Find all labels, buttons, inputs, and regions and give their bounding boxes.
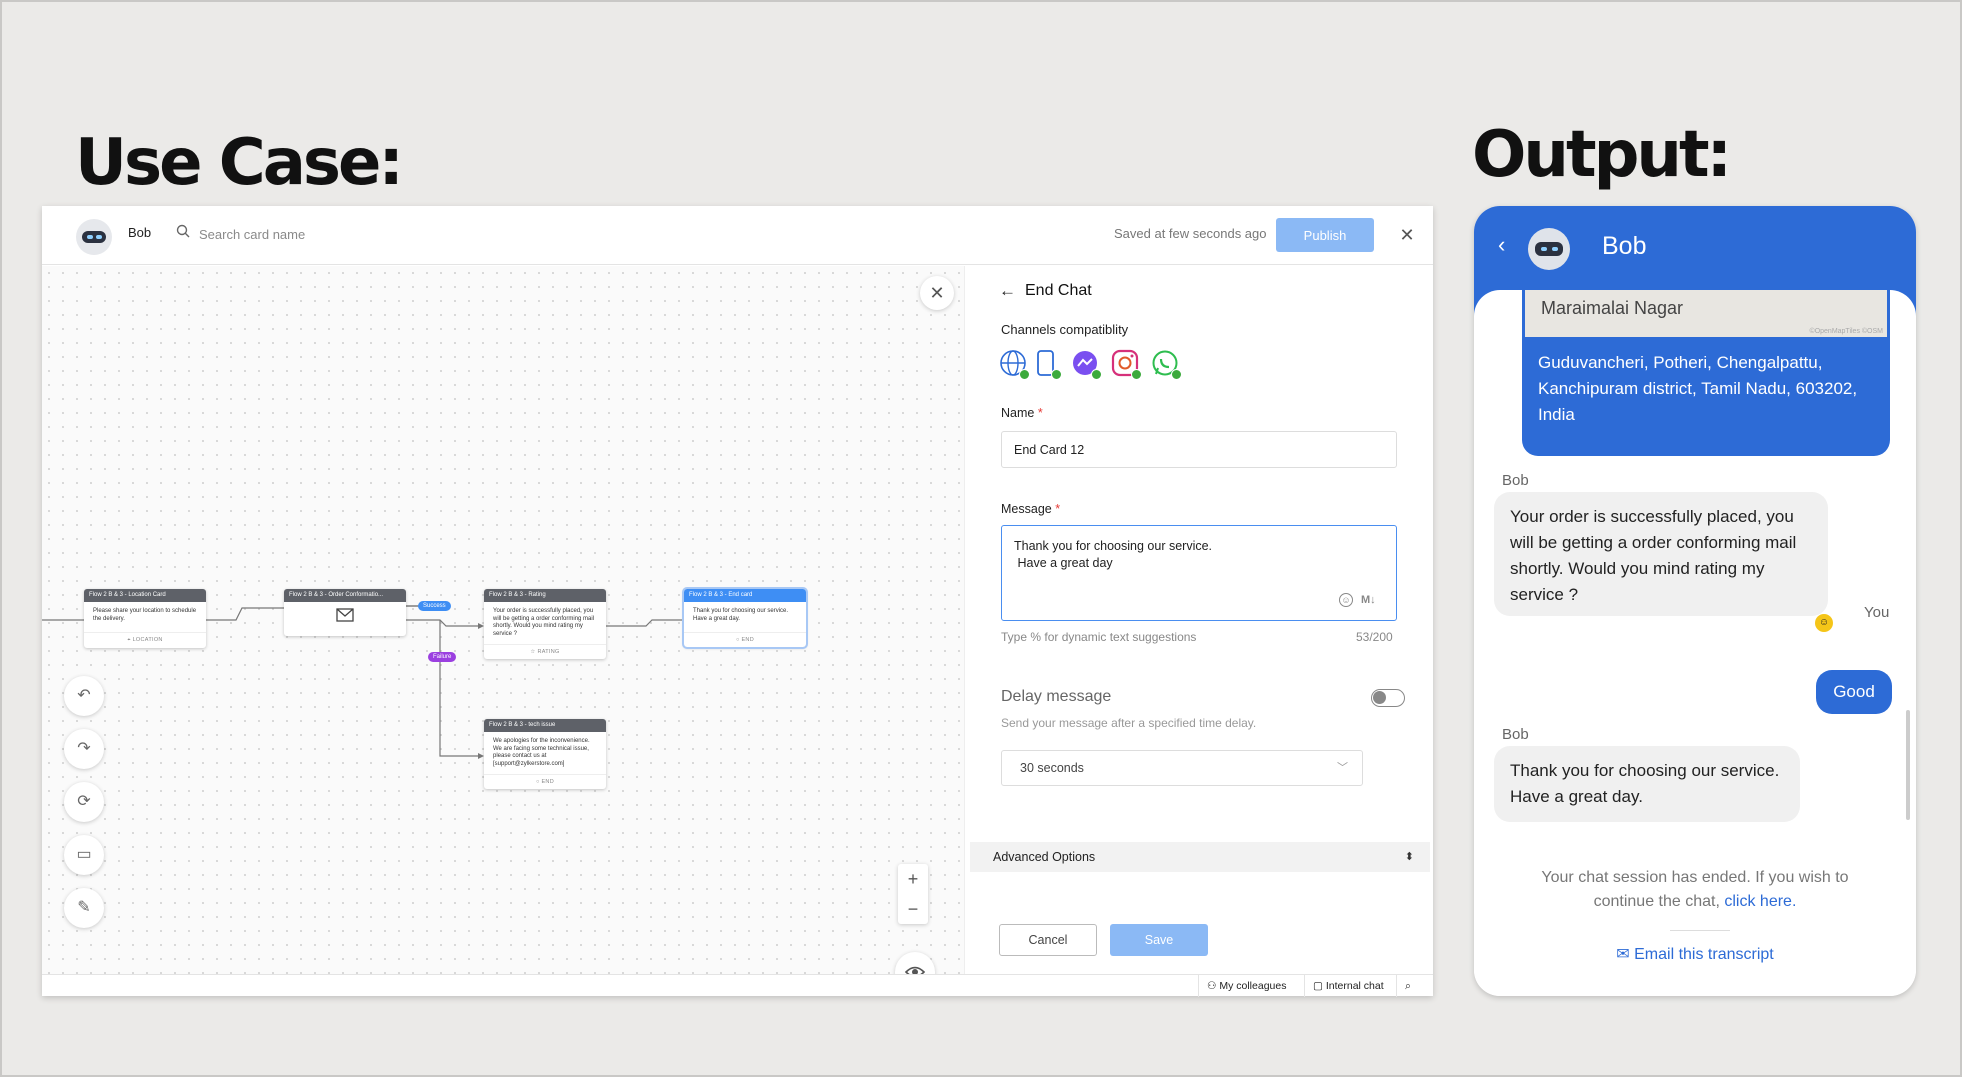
location-address: Guduvancheri, Potheri, Chengalpattu, Kan… xyxy=(1538,353,1858,424)
delay-toggle[interactable] xyxy=(1371,689,1405,707)
people-icon: ⚇ xyxy=(1207,980,1217,992)
location-card: Maraimalai Nagar ©OpenMapTiles ©OSM Gudu… xyxy=(1522,290,1890,456)
emoji-icon[interactable]: ☺ xyxy=(1339,593,1353,607)
search-icon xyxy=(176,224,190,238)
email-transcript-link[interactable]: ✉ Email this transcript xyxy=(1474,944,1916,964)
refresh-icon[interactable]: ⟳ xyxy=(64,782,104,822)
status-search-icon[interactable]: ⌕ xyxy=(1396,975,1419,997)
zoom-out-icon[interactable]: − xyxy=(898,894,928,924)
delay-message-label: Delay message xyxy=(1001,688,1112,705)
delay-duration-select[interactable]: 30 seconds ﹀ xyxy=(1001,750,1363,786)
message-char-count: 53/200 xyxy=(1356,630,1393,644)
expand-collapse-icon: ⬍ xyxy=(1404,851,1414,863)
node-body: Please share your location to schedule t… xyxy=(93,608,197,622)
preview-screen-icon[interactable]: ▭ xyxy=(64,835,104,875)
mobile-icon xyxy=(1031,349,1062,380)
chat-widget: ‹ Bob Maraimalai Nagar ©OpenMapTiles ©OS… xyxy=(1474,206,1916,996)
delay-description: Send your message after a specified time… xyxy=(1001,716,1257,730)
node-footer: ☆ RATING xyxy=(484,644,606,659)
bot-message: Your order is successfully placed, you w… xyxy=(1494,492,1828,616)
close-icon[interactable]: ✕ xyxy=(1396,224,1418,246)
chat-icon: ▢ xyxy=(1313,980,1323,992)
flow-node-end-card[interactable]: Flow 2 B & 3 - End card Thank you for ch… xyxy=(682,587,808,649)
end-chat-panel: ← End Chat Channels compatiblity Name * … xyxy=(964,266,1433,974)
node-footer: ⌖ LOCATION xyxy=(84,632,206,648)
sender-name: Bob xyxy=(1502,472,1529,489)
node-body: Your order is successfully placed, you w… xyxy=(493,608,595,637)
chevron-down-icon: ﹀ xyxy=(1337,762,1348,774)
node-title: Flow 2 B & 3 - Rating xyxy=(484,589,606,602)
divider xyxy=(1670,930,1730,931)
use-case-heading: Use Case: xyxy=(75,126,404,200)
back-arrow-icon[interactable]: ← xyxy=(999,281,1016,301)
redo-icon[interactable]: ↷ xyxy=(64,729,104,769)
message-textarea[interactable]: Thank you for choosing our service. Have… xyxy=(1001,525,1397,621)
node-title: Flow 2 B & 3 - Location Card xyxy=(84,589,206,602)
node-title: Flow 2 B & 3 - End card xyxy=(684,589,806,602)
markdown-icon[interactable]: M↓ xyxy=(1361,594,1376,606)
flow-builder-window: Bob Saved at few seconds ago Publish ✕ xyxy=(42,206,1433,997)
flow-node-order-confirmation[interactable]: Flow 2 B & 3 - Order Conformatio... xyxy=(284,589,406,636)
canvas-close-icon[interactable]: ✕ xyxy=(920,276,954,310)
top-bar: Bob Saved at few seconds ago Publish ✕ xyxy=(42,206,1433,265)
internal-chat-button[interactable]: ▢ Internal chat xyxy=(1304,975,1392,997)
chat-scrollbar[interactable] xyxy=(1906,710,1910,820)
flow-canvas[interactable]: ✕ Flow 2 B & 3 - Location Card Please sh… xyxy=(42,266,964,974)
bot-name: Bob xyxy=(128,225,152,240)
search-card-input[interactable] xyxy=(199,223,419,245)
node-body: We apologies for the inconvenience. We a… xyxy=(493,738,590,767)
failure-badge: Failure xyxy=(428,652,457,662)
messenger-icon xyxy=(1071,349,1102,380)
channels-label: Channels compatiblity xyxy=(1001,322,1129,337)
zoom-in-icon[interactable]: + xyxy=(898,864,928,894)
node-title: Flow 2 B & 3 - tech issue xyxy=(484,719,606,732)
flow-node-location[interactable]: Flow 2 B & 3 - Location Card Please shar… xyxy=(84,589,206,648)
flow-node-rating[interactable]: Flow 2 B & 3 - Rating Your order is succ… xyxy=(484,589,606,659)
mail-icon xyxy=(336,608,354,622)
my-colleagues-button[interactable]: ⚇ My colleagues xyxy=(1198,975,1294,997)
back-chevron-icon[interactable]: ‹ xyxy=(1498,232,1505,258)
node-body: Thank you for choosing our service. Have… xyxy=(693,608,789,622)
advanced-options-toggle[interactable]: Advanced Options ⬍ xyxy=(970,842,1430,872)
cancel-button[interactable]: Cancel xyxy=(999,924,1097,956)
continue-chat-link[interactable]: click here. xyxy=(1724,893,1796,910)
map-credit: ©OpenMapTiles ©OSM xyxy=(1809,328,1883,335)
publish-button[interactable]: Publish xyxy=(1276,218,1374,252)
name-label: Name * xyxy=(1001,406,1043,420)
save-button[interactable]: Save xyxy=(1110,924,1208,956)
success-badge: Success xyxy=(418,601,451,611)
session-ended-notice: Your chat session has ended. If you wish… xyxy=(1541,869,1849,910)
panel-title: End Chat xyxy=(1025,282,1092,299)
name-input[interactable] xyxy=(1001,431,1397,468)
flow-node-tech-issue[interactable]: Flow 2 B & 3 - tech issue We apologies f… xyxy=(484,719,606,789)
node-footer: ○ END xyxy=(684,632,806,647)
bot-message: Thank you for choosing our service. Have… xyxy=(1494,746,1800,822)
web-icon xyxy=(999,349,1030,380)
eye-icon[interactable] xyxy=(895,952,935,974)
map-place-label: Maraimalai Nagar xyxy=(1541,298,1684,318)
output-heading: Output: xyxy=(1472,118,1732,192)
user-message: Good xyxy=(1816,670,1892,714)
sender-name: Bob xyxy=(1502,726,1529,743)
status-bar: ⚇ My colleagues ▢ Internal chat ⌕ xyxy=(42,974,1433,997)
undo-icon[interactable]: ↶ xyxy=(64,676,104,716)
chat-messages: Maraimalai Nagar ©OpenMapTiles ©OSM Gudu… xyxy=(1474,290,1916,996)
node-footer: ○ END xyxy=(484,774,606,789)
message-label: Message * xyxy=(1001,502,1061,516)
instagram-icon xyxy=(1111,349,1142,380)
bot-avatar xyxy=(1528,228,1570,270)
bot-avatar xyxy=(76,219,112,255)
node-title: Flow 2 B & 3 - Order Conformatio... xyxy=(284,589,406,602)
zoom-controls: + − xyxy=(898,864,928,924)
sender-name: You xyxy=(1864,604,1890,621)
saved-status: Saved at few seconds ago xyxy=(1114,226,1267,241)
chat-bot-name: Bob xyxy=(1602,232,1647,260)
smiley-emoji-icon: ☺ xyxy=(1815,614,1833,632)
map-image: Maraimalai Nagar ©OpenMapTiles ©OSM xyxy=(1522,290,1890,340)
whatsapp-icon xyxy=(1151,349,1182,380)
message-hint: Type % for dynamic text suggestions xyxy=(1001,630,1197,644)
magic-wand-icon[interactable]: ✎ xyxy=(64,888,104,928)
mail-icon: ✉ xyxy=(1616,946,1630,963)
